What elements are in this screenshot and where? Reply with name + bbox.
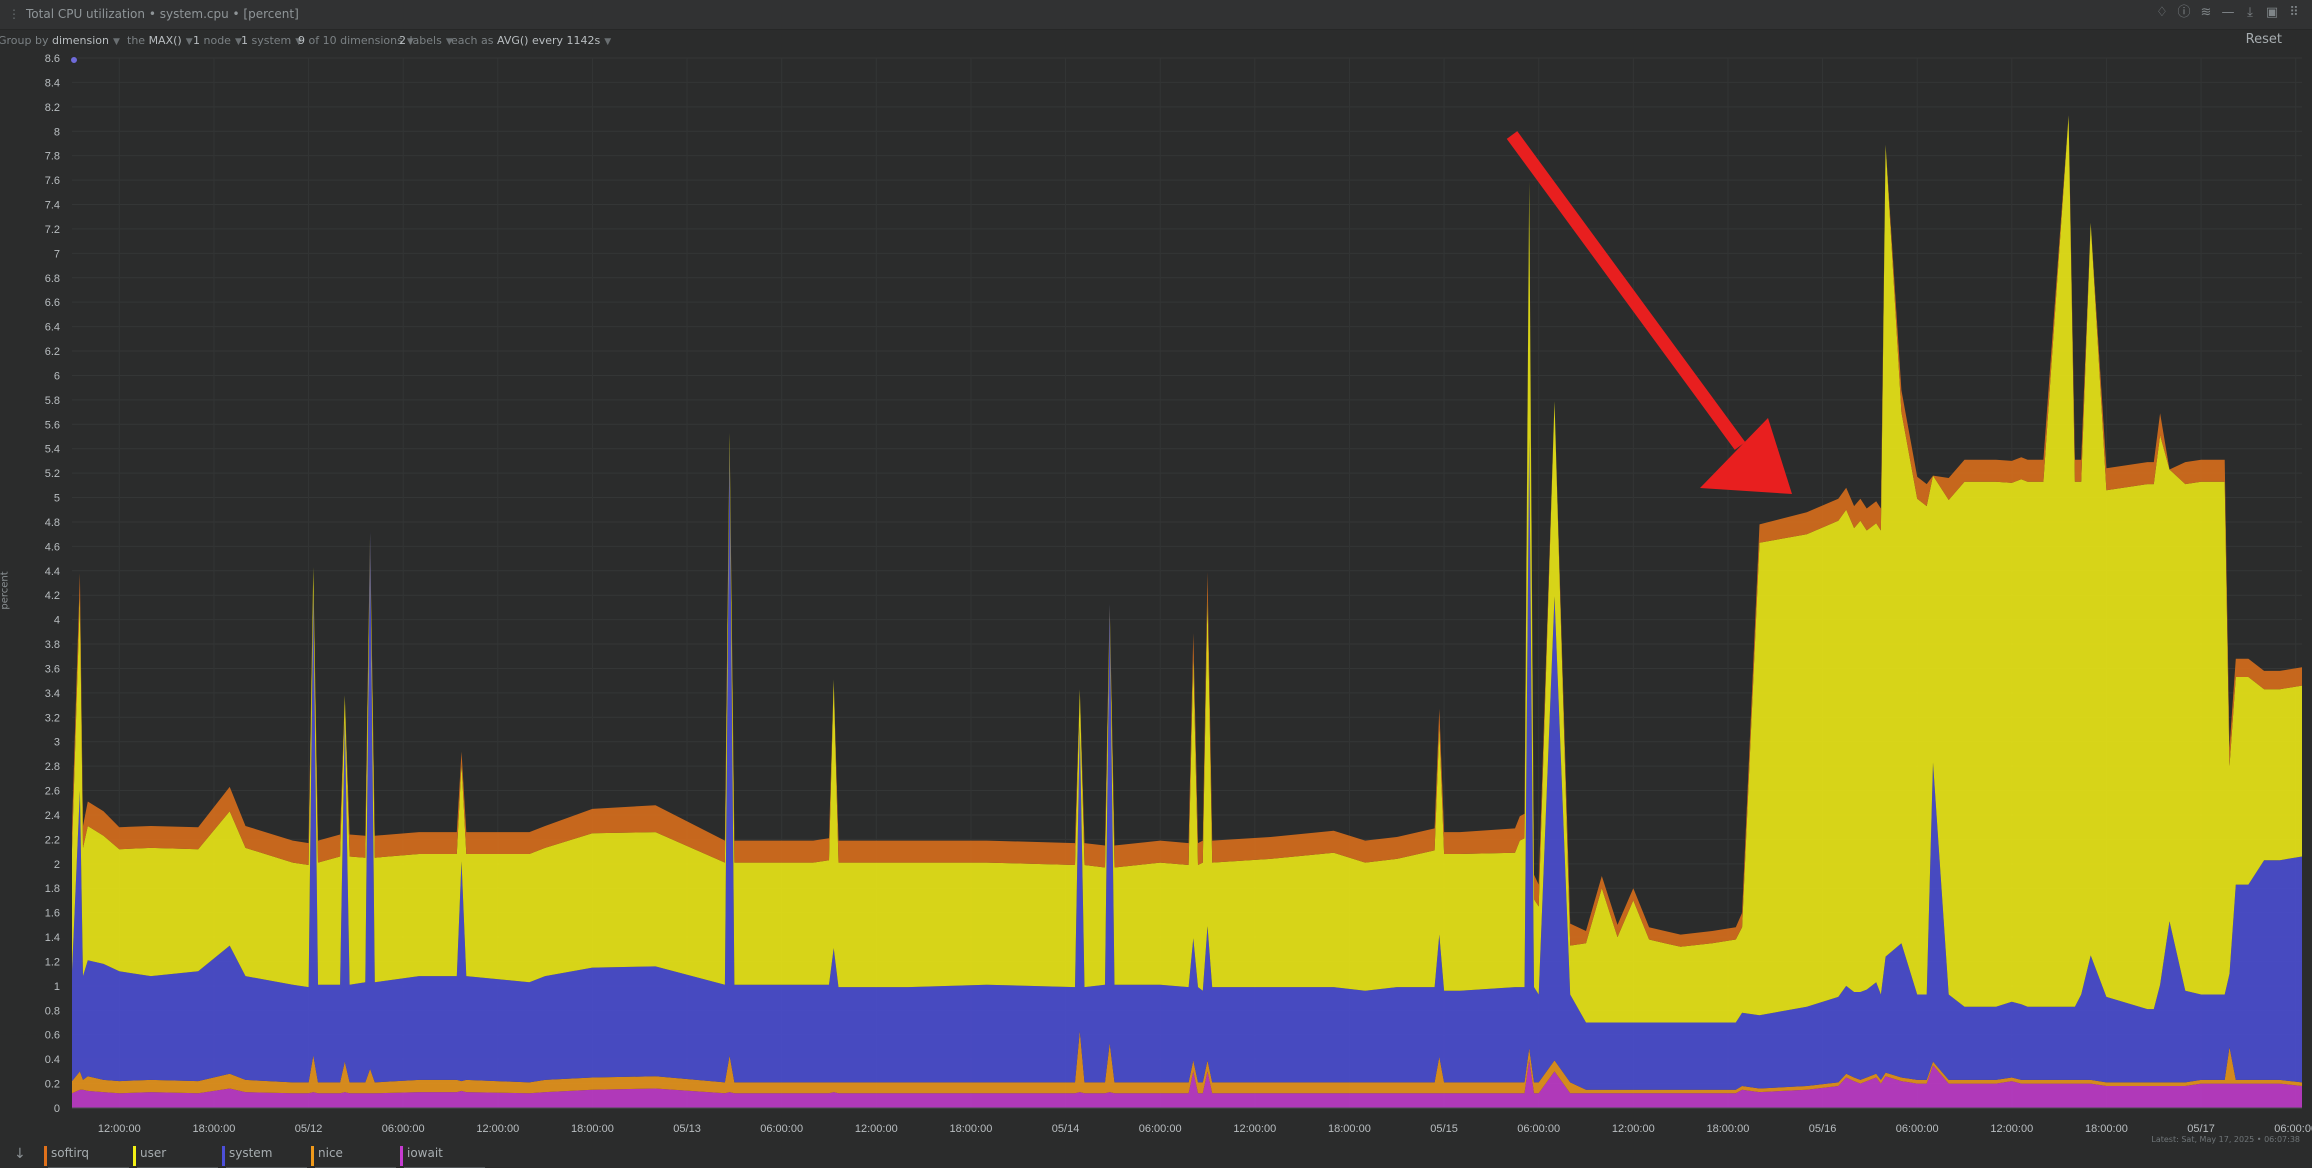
y-tick-label: 5.8: [45, 395, 60, 407]
x-tick-label: 05/17: [2187, 1123, 2215, 1135]
y-tick-label: 4.8: [45, 517, 60, 529]
x-tick-label: 06:00:00: [760, 1123, 803, 1135]
stacked-area-chart[interactable]: 8.6 8.4 8.2 8 7.8 7.6 7.4 7.2 7 6.8 6.6 6.4 6.2 6 5.8 5…: [0, 0, 2312, 1168]
y-tick-label: 3.2: [45, 712, 60, 724]
y-tick-label: 3: [54, 737, 60, 749]
y-tick-label: 1: [54, 981, 60, 993]
y-tick-label: 5.6: [45, 419, 60, 431]
y-tick-label: 6: [54, 370, 60, 382]
y-tick-label: 0: [54, 1103, 60, 1115]
x-tick-label: 18:00:00: [1328, 1123, 1371, 1135]
y-tick-label: 4.2: [45, 590, 60, 602]
legend-item-iowait[interactable]: iowait: [400, 1144, 489, 1168]
chart-marker-dot: [70, 56, 78, 64]
latest-timestamp: Latest: Sat, May 17, 2025 • 06:07:38: [2151, 1135, 2300, 1144]
x-tick-label: 05/13: [673, 1123, 701, 1135]
y-tick-label: 7.6: [45, 175, 60, 187]
x-tick-label: 12:00:00: [98, 1123, 141, 1135]
y-tick-label: 5: [54, 493, 60, 505]
y-tick-label: 3.6: [45, 663, 60, 675]
y-tick-label: 4.6: [45, 541, 60, 553]
y-tick-label: 5.4: [45, 444, 60, 456]
legend-item-system[interactable]: system: [222, 1144, 311, 1168]
y-tick-label: 0.8: [45, 1005, 60, 1017]
y-tick-label: 8.2: [45, 102, 60, 114]
y-tick-label: 4.4: [45, 566, 60, 578]
y-tick-label: 4: [54, 615, 60, 627]
y-tick-label: 7.2: [45, 224, 60, 236]
x-tick-label: 18:00:00: [1707, 1123, 1750, 1135]
y-tick-label: 3.4: [45, 688, 60, 700]
x-tick-label: 05/12: [295, 1123, 323, 1135]
y-tick-label: 1.8: [45, 883, 60, 895]
y-tick-label: 2.8: [45, 761, 60, 773]
x-tick-label: 12:00:00: [1990, 1123, 2033, 1135]
y-tick-label: 7.8: [45, 151, 60, 163]
y-axis-label: percent: [0, 571, 11, 610]
x-tick-label: 18:00:00: [571, 1123, 614, 1135]
x-tick-label: 06:00:00: [1517, 1123, 1560, 1135]
x-tick-label: 18:00:00: [950, 1123, 993, 1135]
x-tick-label: 12:00:00: [855, 1123, 898, 1135]
x-tick-label: 05/15: [1430, 1123, 1458, 1135]
x-tick-label: 05/14: [1052, 1123, 1080, 1135]
area-series-user: [72, 115, 2302, 1023]
y-tick-label: 0.2: [45, 1079, 60, 1091]
y-tick-label: 0.4: [45, 1054, 60, 1066]
y-tick-label: 8.6: [45, 53, 60, 65]
y-tick-label: 0.6: [45, 1030, 60, 1042]
x-tick-label: 06:00:00: [382, 1123, 425, 1135]
x-tick-label: 12:00:00: [1612, 1123, 1655, 1135]
chart-legend: softirq user system nice iowait: [44, 1144, 489, 1168]
x-tick-label: 05/16: [1809, 1123, 1837, 1135]
y-tick-label: 1.6: [45, 908, 60, 920]
y-tick-label: 7.4: [45, 200, 60, 212]
legend-item-softirq[interactable]: softirq: [44, 1144, 133, 1168]
annotation-arrow-head: [1700, 418, 1792, 494]
x-tick-label: 12:00:00: [1233, 1123, 1276, 1135]
y-tick-label: 8.4: [45, 77, 60, 89]
y-tick-label: 7: [54, 248, 60, 260]
y-tick-label: 6.4: [45, 322, 60, 334]
annotation-arrow-shaft: [1506, 131, 1746, 450]
x-tick-label: 06:00:00: [1896, 1123, 1939, 1135]
y-tick-label: 1.4: [45, 932, 60, 944]
y-tick-label: 6.2: [45, 346, 60, 358]
y-tick-label: 6.6: [45, 297, 60, 309]
y-tick-label: 2: [54, 859, 60, 871]
y-tick-label: 2.6: [45, 786, 60, 798]
x-tick-label: 12:00:00: [476, 1123, 519, 1135]
y-tick-label: 2.2: [45, 834, 60, 846]
x-tick-label: 18:00:00: [2085, 1123, 2128, 1135]
y-tick-label: 5.2: [45, 468, 60, 480]
y-tick-label: 1.2: [45, 956, 60, 968]
y-tick-label: 3.8: [45, 639, 60, 651]
x-tick-label: 06:00:00: [1139, 1123, 1182, 1135]
x-tick-label: 18:00:00: [193, 1123, 236, 1135]
y-tick-label: 8: [54, 126, 60, 138]
y-tick-label: 2.4: [45, 810, 60, 822]
arrow-down-icon[interactable]: ↓: [14, 1146, 26, 1162]
x-tick-label: 06:00:00: [2274, 1123, 2312, 1135]
y-tick-label: 6.8: [45, 273, 60, 285]
legend-item-nice[interactable]: nice: [311, 1144, 400, 1168]
legend-item-user[interactable]: user: [133, 1144, 222, 1168]
